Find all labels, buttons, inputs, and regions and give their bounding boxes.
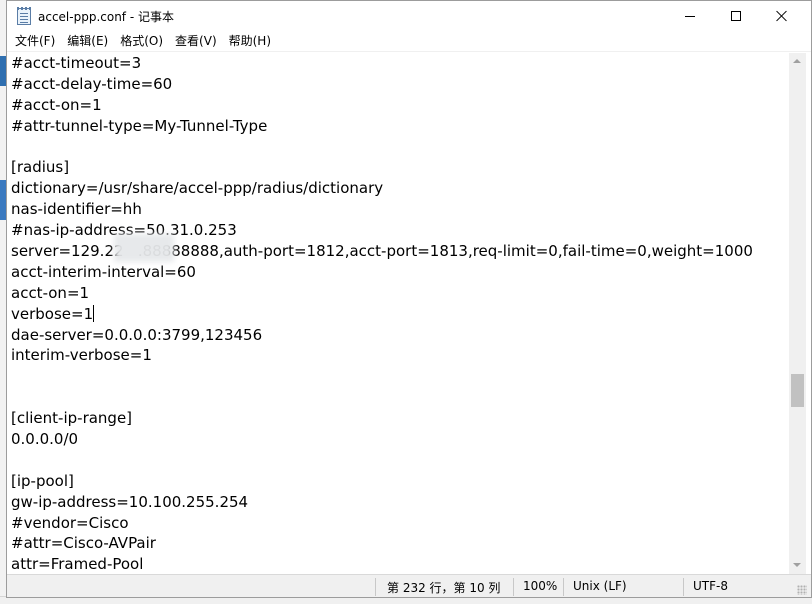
- notepad-icon[interactable]: [17, 7, 31, 25]
- status-separator: [683, 578, 684, 596]
- text-line[interactable]: #attr-tunnel-type=My-Tunnel-Type: [11, 116, 753, 137]
- encoding: UTF-8: [693, 579, 728, 593]
- redacted-region: [114, 234, 174, 262]
- maximize-button[interactable]: [713, 1, 759, 31]
- text-content[interactable]: #acct-timeout=3 #acct-delay-time=60 #acct-…: [11, 53, 753, 574]
- text-line[interactable]: 0.0.0.0/0: [11, 429, 753, 450]
- text-line[interactable]: [11, 137, 753, 158]
- text-line[interactable]: [11, 450, 753, 471]
- scroll-down-icon[interactable]: [793, 563, 801, 567]
- text-line[interactable]: verbose=1: [11, 304, 753, 325]
- text-line[interactable]: gw-ip-address=10.100.255.254: [11, 492, 753, 513]
- window-title: accel-ppp.conf - 记事本: [38, 10, 174, 24]
- close-icon: [776, 10, 788, 22]
- text-line[interactable]: #attr=Cisco-AVPair: [11, 533, 753, 554]
- text-line[interactable]: dae-server=0.0.0.0:3799,123456: [11, 325, 753, 346]
- minimize-icon: [685, 15, 695, 17]
- line-ending: Unix (LF): [573, 579, 627, 593]
- status-separator: [513, 578, 514, 596]
- text-editor[interactable]: #acct-timeout=3 #acct-delay-time=60 #acct-…: [7, 53, 789, 574]
- menu-bar: 文件(F) 编辑(E) 格式(O) 查看(V) 帮助(H): [7, 31, 811, 52]
- resize-grip-icon[interactable]: [797, 585, 807, 595]
- status-separator: [375, 578, 376, 596]
- text-line[interactable]: acct-on=1: [11, 283, 753, 304]
- minimize-button[interactable]: [667, 1, 713, 31]
- text-line[interactable]: #acct-delay-time=60: [11, 74, 753, 95]
- menu-file[interactable]: 文件(F): [9, 32, 61, 51]
- menu-view[interactable]: 查看(V): [169, 32, 223, 51]
- close-button[interactable]: [759, 1, 805, 31]
- status-bar: 第 232 行，第 10 列 100% Unix (LF) UTF-8: [7, 574, 811, 597]
- text-line[interactable]: #vendor=Cisco: [11, 513, 753, 534]
- menu-help[interactable]: 帮助(H): [223, 32, 277, 51]
- cursor-position: 第 232 行，第 10 列: [387, 581, 501, 595]
- text-line[interactable]: #acct-on=1: [11, 95, 753, 116]
- text-line[interactable]: [client-ip-range]: [11, 408, 753, 429]
- text-line[interactable]: dictionary=/usr/share/accel-ppp/radius/d…: [11, 178, 753, 199]
- text-line[interactable]: interim-verbose=1: [11, 345, 753, 366]
- notepad-window: accel-ppp.conf - 记事本 文件(F) 编辑(E) 格式(O) 查…: [6, 0, 812, 598]
- text-line[interactable]: [ip-pool]: [11, 471, 753, 492]
- text-line[interactable]: nas-identifier=hh: [11, 199, 753, 220]
- scroll-up-icon[interactable]: [793, 59, 801, 63]
- text-caret: [93, 304, 95, 322]
- text-line[interactable]: [radius]: [11, 157, 753, 178]
- menu-edit[interactable]: 编辑(E): [61, 32, 114, 51]
- text-line[interactable]: #acct-timeout=3: [11, 53, 753, 74]
- title-bar[interactable]: accel-ppp.conf - 记事本: [7, 1, 811, 31]
- text-line[interactable]: [11, 366, 753, 387]
- maximize-icon: [731, 11, 741, 21]
- text-line[interactable]: acct-interim-interval=60: [11, 262, 753, 283]
- scrollbar-thumb[interactable]: [791, 374, 804, 407]
- menu-format[interactable]: 格式(O): [114, 32, 169, 51]
- text-line[interactable]: attr=Framed-Pool: [11, 554, 753, 574]
- vertical-scrollbar[interactable]: [789, 53, 806, 574]
- status-separator: [563, 578, 564, 596]
- zoom-level: 100%: [523, 579, 558, 593]
- text-line[interactable]: [11, 387, 753, 408]
